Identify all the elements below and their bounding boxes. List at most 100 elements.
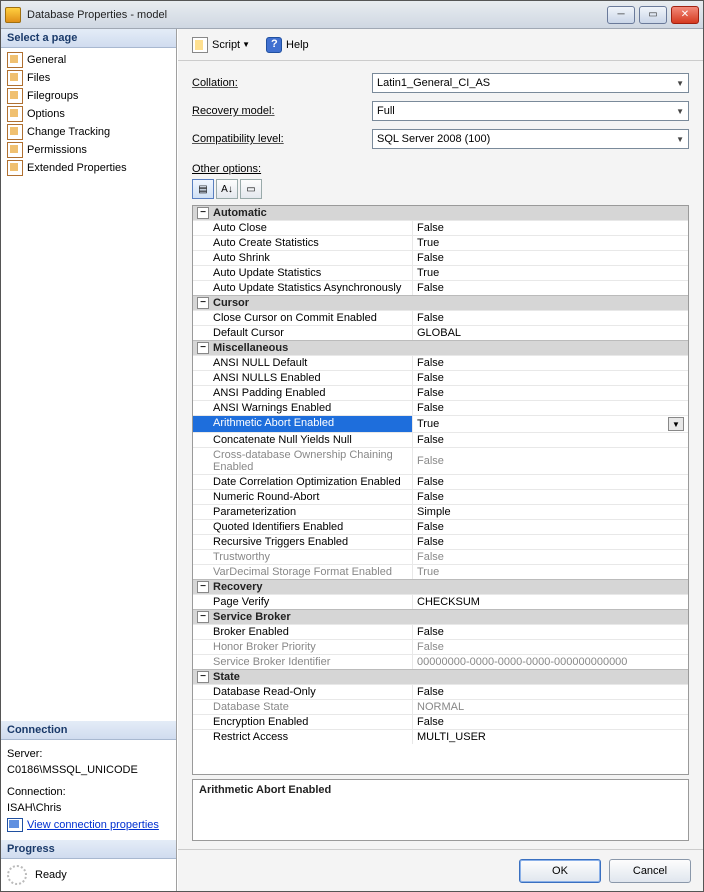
property-value[interactable]: False [413, 221, 688, 235]
property-value[interactable]: True [413, 565, 688, 579]
property-row[interactable]: Date Correlation Optimization EnabledFal… [193, 474, 688, 489]
property-pages-button[interactable]: ▭ [240, 179, 262, 199]
property-row[interactable]: Arithmetic Abort EnabledTrue▼ [193, 415, 688, 432]
collapse-icon[interactable]: − [197, 581, 209, 593]
property-row[interactable]: Default CursorGLOBAL [193, 325, 688, 340]
property-row[interactable]: Service Broker Identifier00000000-0000-0… [193, 654, 688, 669]
property-row[interactable]: Encryption EnabledFalse [193, 714, 688, 729]
property-row[interactable]: Auto Update StatisticsTrue [193, 265, 688, 280]
property-value[interactable]: False [413, 490, 688, 504]
compat-combo[interactable]: SQL Server 2008 (100) ▼ [372, 129, 689, 149]
property-name: ANSI NULLS Enabled [193, 371, 413, 385]
property-value[interactable]: False [413, 311, 688, 325]
property-value[interactable]: False [413, 251, 688, 265]
category-state[interactable]: −State [193, 669, 688, 684]
ok-button[interactable]: OK [519, 859, 601, 883]
property-value[interactable]: False [413, 401, 688, 415]
close-button[interactable]: ✕ [671, 6, 699, 24]
property-row[interactable]: Auto Update Statistics AsynchronouslyFal… [193, 280, 688, 295]
sidebar-item-options[interactable]: Options [1, 105, 176, 123]
sidebar: Select a page GeneralFilesFilegroupsOpti… [1, 29, 177, 891]
property-value[interactable]: Simple [413, 505, 688, 519]
script-button[interactable]: Script ▼ [186, 35, 256, 55]
property-value[interactable]: False [413, 371, 688, 385]
alphabetical-view-button[interactable]: A↓ [216, 179, 238, 199]
view-connection-link[interactable]: View connection properties [7, 818, 170, 832]
sidebar-item-extended-properties[interactable]: Extended Properties [1, 159, 176, 177]
sidebar-item-files[interactable]: Files [1, 69, 176, 87]
property-row[interactable]: ANSI Padding EnabledFalse [193, 385, 688, 400]
category-automatic[interactable]: −Automatic [193, 206, 688, 220]
property-row[interactable]: Database StateNORMAL [193, 699, 688, 714]
property-value[interactable]: True▼ [413, 416, 688, 432]
property-value[interactable]: GLOBAL [413, 326, 688, 340]
property-value[interactable]: False [413, 433, 688, 447]
property-value[interactable]: False [413, 356, 688, 370]
property-row[interactable]: Auto ShrinkFalse [193, 250, 688, 265]
category-service-broker[interactable]: −Service Broker [193, 609, 688, 624]
property-row[interactable]: Honor Broker PriorityFalse [193, 639, 688, 654]
collapse-icon[interactable]: − [197, 342, 209, 354]
sidebar-item-permissions[interactable]: Permissions [1, 141, 176, 159]
property-name: ANSI Warnings Enabled [193, 401, 413, 415]
property-value[interactable]: False [413, 281, 688, 295]
property-value[interactable]: NORMAL [413, 700, 688, 714]
page-icon [7, 106, 23, 122]
property-row[interactable]: Quoted Identifiers EnabledFalse [193, 519, 688, 534]
collation-combo[interactable]: Latin1_General_CI_AS ▼ [372, 73, 689, 93]
property-value[interactable]: True [413, 266, 688, 280]
collapse-icon[interactable]: − [197, 611, 209, 623]
property-row[interactable]: Auto CloseFalse [193, 220, 688, 235]
property-row[interactable]: VarDecimal Storage Format EnabledTrue [193, 564, 688, 579]
property-row[interactable]: Concatenate Null Yields NullFalse [193, 432, 688, 447]
property-row[interactable]: ANSI NULL DefaultFalse [193, 355, 688, 370]
property-row[interactable]: Numeric Round-AbortFalse [193, 489, 688, 504]
property-value[interactable]: False [413, 640, 688, 654]
property-value[interactable]: CHECKSUM [413, 595, 688, 609]
property-value[interactable]: False [413, 625, 688, 639]
property-row[interactable]: ANSI NULLS EnabledFalse [193, 370, 688, 385]
sidebar-item-filegroups[interactable]: Filegroups [1, 87, 176, 105]
property-name: Cross-database Ownership Chaining Enable… [193, 448, 413, 474]
property-value[interactable]: False [413, 520, 688, 534]
property-row[interactable]: Recursive Triggers EnabledFalse [193, 534, 688, 549]
category-recovery[interactable]: −Recovery [193, 579, 688, 594]
category-miscellaneous[interactable]: −Miscellaneous [193, 340, 688, 355]
property-value[interactable]: False [413, 685, 688, 699]
property-value[interactable]: 00000000-0000-0000-0000-000000000000 [413, 655, 688, 669]
property-value[interactable]: MULTI_USER [413, 730, 688, 744]
cancel-button[interactable]: Cancel [609, 859, 691, 883]
property-row[interactable]: Auto Create StatisticsTrue [193, 235, 688, 250]
category-cursor[interactable]: −Cursor [193, 295, 688, 310]
property-row[interactable]: Database Read-OnlyFalse [193, 684, 688, 699]
property-row[interactable]: Close Cursor on Commit EnabledFalse [193, 310, 688, 325]
maximize-button[interactable]: ▭ [639, 6, 667, 24]
property-value[interactable]: False [413, 715, 688, 729]
property-value[interactable]: True [413, 236, 688, 250]
property-grid[interactable]: −AutomaticAuto CloseFalseAuto Create Sta… [192, 205, 689, 775]
property-row[interactable]: ANSI Warnings EnabledFalse [193, 400, 688, 415]
sidebar-item-change-tracking[interactable]: Change Tracking [1, 123, 176, 141]
property-value[interactable]: False [413, 448, 688, 474]
sidebar-item-general[interactable]: General [1, 51, 176, 69]
property-value[interactable]: False [413, 550, 688, 564]
property-row[interactable]: TrustworthyFalse [193, 549, 688, 564]
dropdown-button[interactable]: ▼ [668, 417, 684, 431]
collapse-icon[interactable]: − [197, 671, 209, 683]
property-row[interactable]: ParameterizationSimple [193, 504, 688, 519]
property-row[interactable]: Page VerifyCHECKSUM [193, 594, 688, 609]
categorized-view-button[interactable]: ▤ [192, 179, 214, 199]
help-button[interactable]: Help [260, 35, 315, 55]
property-row[interactable]: Cross-database Ownership Chaining Enable… [193, 447, 688, 474]
category-label: Service Broker [213, 611, 291, 623]
property-value[interactable]: False [413, 386, 688, 400]
recovery-combo[interactable]: Full ▼ [372, 101, 689, 121]
property-row[interactable]: Broker EnabledFalse [193, 624, 688, 639]
collapse-icon[interactable]: − [197, 207, 209, 219]
property-row[interactable]: Restrict AccessMULTI_USER [193, 729, 688, 744]
chevron-down-icon: ▼ [676, 79, 684, 88]
collapse-icon[interactable]: − [197, 297, 209, 309]
minimize-button[interactable]: ─ [607, 6, 635, 24]
property-value[interactable]: False [413, 535, 688, 549]
property-value[interactable]: False [413, 475, 688, 489]
